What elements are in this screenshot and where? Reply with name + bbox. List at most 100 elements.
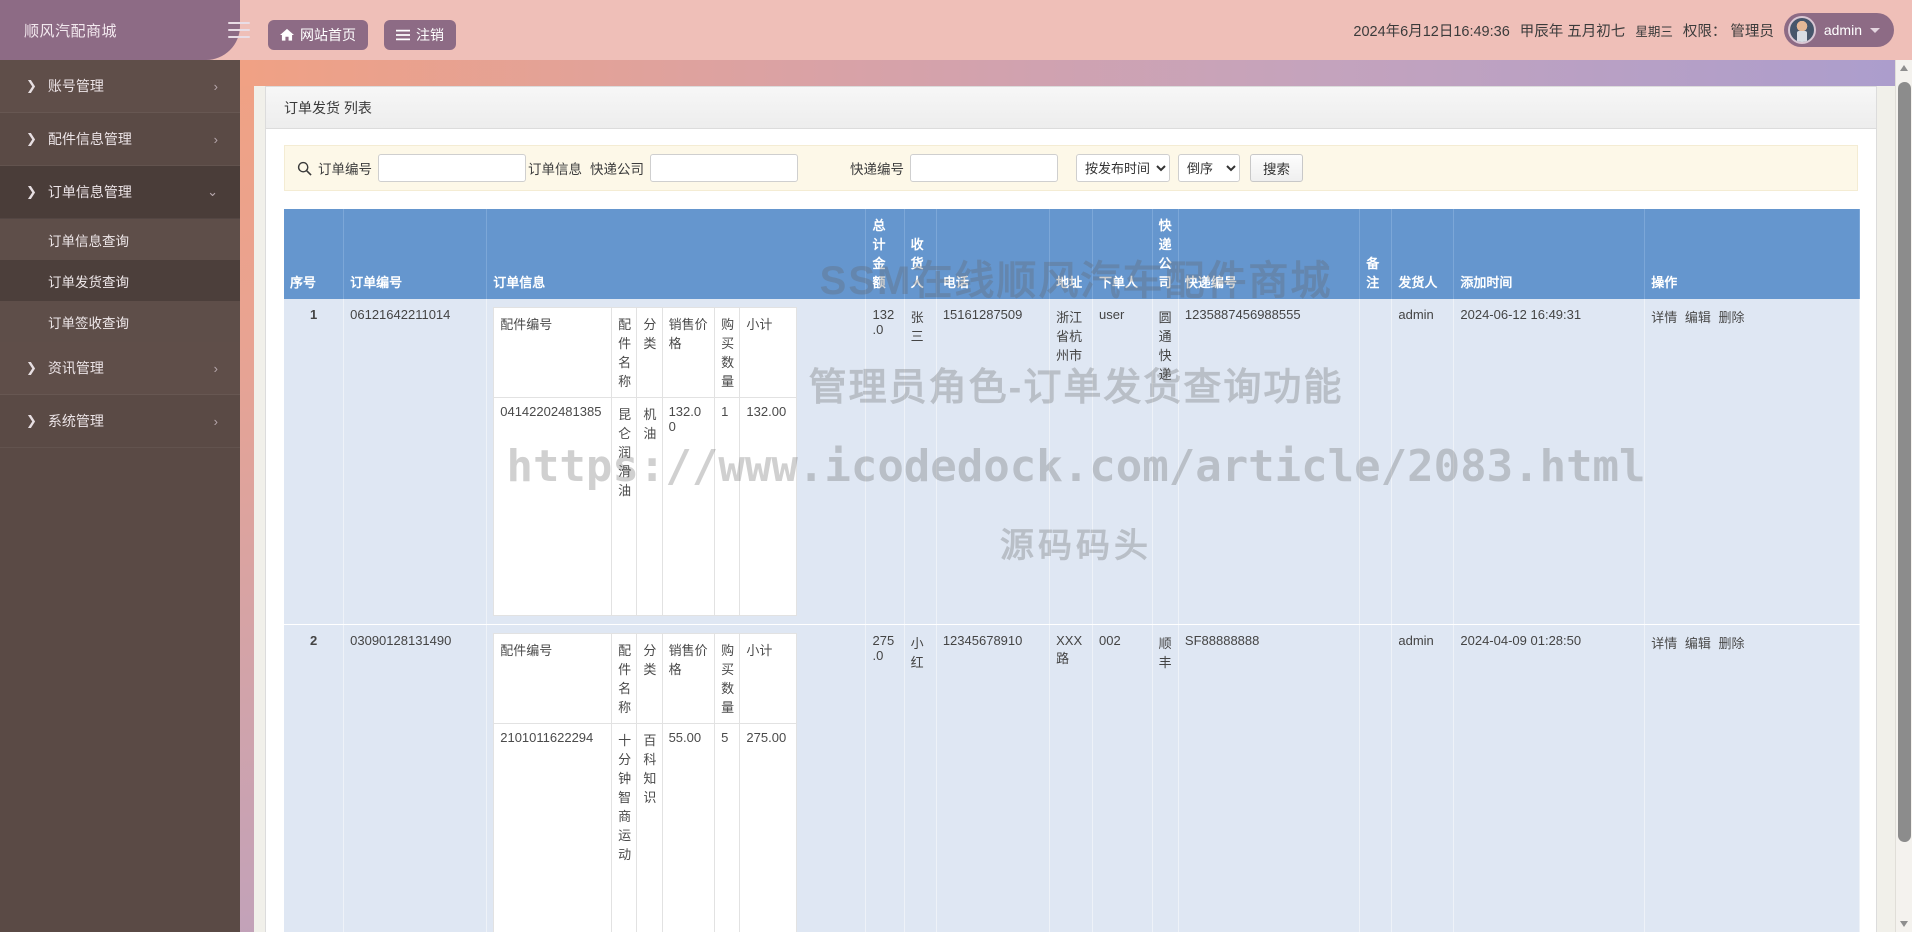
delete-link[interactable]: 删除 bbox=[1718, 636, 1744, 651]
col-phone[interactable]: 电话 bbox=[936, 209, 1051, 299]
page-title: 订单发货 列表 bbox=[284, 99, 372, 116]
page-scrollbar[interactable] bbox=[1895, 60, 1912, 932]
cell-phone: 15161287509 bbox=[936, 299, 1051, 625]
cell-phone: 12345678910 bbox=[936, 624, 1051, 932]
order-shipping-table: 序号 订单编号 订单信息 总计金额 收货人 电话 地址 下单人 快递公司 快递编… bbox=[284, 209, 1860, 932]
subcell-part-no: 04142202481385 bbox=[493, 397, 613, 616]
express-company-input[interactable] bbox=[650, 154, 798, 182]
col-receiver[interactable]: 收货人 bbox=[904, 209, 937, 299]
logout-label: 注销 bbox=[416, 27, 444, 43]
user-menu-button[interactable]: admin bbox=[1783, 13, 1894, 47]
main-content-area: 订单发货 列表 订单编号 订单信息 快递公司 快递编号 按发布时间 倒序 搜索 … bbox=[254, 86, 1898, 932]
delete-link[interactable]: 删除 bbox=[1718, 310, 1744, 325]
header-status-area: 2024年6月12日16:49:36 甲辰年 五月初七 星期三 权限： 管理员 … bbox=[1353, 0, 1894, 60]
subcol-part-no: 配件编号 bbox=[493, 633, 613, 724]
subcol-category: 分类 bbox=[636, 633, 663, 724]
express-no-input[interactable] bbox=[910, 154, 1058, 182]
sidebar-item-label: 账号管理 bbox=[47, 78, 104, 94]
subcell-part-no: 2101011622294 bbox=[493, 723, 613, 932]
sidebar-item-system-management[interactable]: ❯ 系统管理 › bbox=[0, 395, 240, 448]
cell-orderer: 002 bbox=[1092, 624, 1153, 932]
website-home-button[interactable]: 网站首页 bbox=[268, 20, 368, 50]
edit-link[interactable]: 编辑 bbox=[1685, 310, 1711, 325]
col-address[interactable]: 地址 bbox=[1049, 209, 1094, 299]
subcell-subtotal: 132.00 bbox=[739, 397, 798, 616]
cell-address: 浙江省杭州市 bbox=[1049, 299, 1094, 625]
col-express-no[interactable]: 快递编号 bbox=[1178, 209, 1361, 299]
col-remark[interactable]: 备注 bbox=[1359, 209, 1393, 299]
express-company-label: 快递公司 bbox=[590, 162, 644, 177]
sidebar-subitem-order-receipt-query[interactable]: 订单签收查询 bbox=[0, 301, 240, 342]
subcol-qty: 购买数量 bbox=[714, 307, 741, 398]
sidebar-item-account-management[interactable]: ❯ 账号管理 › bbox=[0, 60, 240, 113]
subcol-price: 销售价格 bbox=[661, 633, 716, 724]
col-order-info[interactable]: 订单信息 bbox=[486, 209, 867, 299]
chevron-right-icon: › bbox=[213, 413, 218, 429]
username-label: admin bbox=[1823, 22, 1862, 38]
cell-address: XXX路 bbox=[1049, 624, 1094, 932]
cell-orderer: user bbox=[1092, 299, 1153, 625]
cell-shipper: admin bbox=[1391, 624, 1455, 932]
order-no-input[interactable] bbox=[378, 154, 526, 182]
order-items-subtable: 配件编号 配件名称 分类 销售价格 购买数量 小计 bbox=[493, 633, 798, 932]
order-shipping-panel: 订单发货 列表 订单编号 订单信息 快递公司 快递编号 按发布时间 倒序 搜索 … bbox=[265, 86, 1877, 932]
sidebar-subitem-order-shipping-query[interactable]: 订单发货查询 bbox=[0, 260, 240, 301]
cell-total-amount: 132.0 bbox=[865, 299, 905, 625]
lunar-date: 甲辰年 五月初七 bbox=[1519, 23, 1626, 40]
table-row: 1 06121642211014 配件编号 配件名称 分类 销售价格 购买数量 … bbox=[284, 299, 1860, 625]
sidebar-item-news-management[interactable]: ❯ 资讯管理 › bbox=[0, 342, 240, 395]
cell-receiver: 张三 bbox=[904, 299, 937, 625]
col-index[interactable]: 序号 bbox=[284, 209, 345, 299]
cell-remark bbox=[1359, 624, 1393, 932]
cell-created-at: 2024-04-09 01:28:50 bbox=[1453, 624, 1646, 932]
cell-order-no: 03090128131490 bbox=[343, 624, 488, 932]
col-created-at[interactable]: 添加时间 bbox=[1453, 209, 1646, 299]
chevron-right-icon: ❯ bbox=[26, 360, 37, 375]
cell-shipper: admin bbox=[1391, 299, 1455, 625]
detail-link[interactable]: 详情 bbox=[1651, 636, 1677, 651]
col-orderer[interactable]: 下单人 bbox=[1092, 209, 1153, 299]
detail-link[interactable]: 详情 bbox=[1651, 310, 1677, 325]
subcell-price: 132.00 bbox=[661, 397, 716, 616]
weekday-label: 星期三 bbox=[1635, 24, 1673, 39]
hamburger-icon[interactable] bbox=[228, 20, 250, 40]
sidebar-subitem-label: 订单签收查询 bbox=[48, 315, 129, 331]
logout-button[interactable]: 注销 bbox=[384, 20, 456, 50]
col-express-company[interactable]: 快递公司 bbox=[1152, 209, 1179, 299]
cell-order-info: 配件编号 配件名称 分类 销售价格 购买数量 小计 bbox=[486, 624, 867, 932]
subcol-part-no: 配件编号 bbox=[493, 307, 613, 398]
cell-index: 1 bbox=[284, 299, 345, 625]
subcol-part-name: 配件名称 bbox=[611, 307, 638, 398]
sort-direction-select[interactable]: 倒序 bbox=[1178, 154, 1240, 182]
brand-text: 顺风汽配商城 bbox=[24, 22, 118, 40]
scroll-down-arrow-icon[interactable] bbox=[1896, 915, 1912, 932]
edit-link[interactable]: 编辑 bbox=[1685, 636, 1711, 651]
subcol-category: 分类 bbox=[636, 307, 663, 398]
col-shipper[interactable]: 发货人 bbox=[1391, 209, 1455, 299]
sidebar-subitem-order-info-query[interactable]: 订单信息查询 bbox=[0, 219, 240, 260]
cell-express-no: SF88888888 bbox=[1178, 624, 1361, 932]
sidebar-subitem-label: 订单信息查询 bbox=[48, 233, 129, 249]
search-button[interactable]: 搜索 bbox=[1250, 154, 1303, 182]
sidebar-navigation: ❯ 账号管理 › ❯ 配件信息管理 › ❯ 订单信息管理 ⌄ 订单信息查询 订单… bbox=[0, 60, 240, 932]
subcell-qty: 1 bbox=[714, 397, 741, 616]
scrollbar-thumb[interactable] bbox=[1898, 82, 1911, 842]
search-icon bbox=[297, 161, 312, 176]
chevron-right-icon: › bbox=[213, 360, 218, 376]
scroll-up-arrow-icon[interactable] bbox=[1896, 60, 1912, 77]
panel-title-bar: 订单发货 列表 bbox=[266, 87, 1876, 129]
sidebar-item-order-info-management[interactable]: ❯ 订单信息管理 ⌄ bbox=[0, 166, 240, 219]
col-actions[interactable]: 操作 bbox=[1644, 209, 1860, 299]
sidebar-item-label: 订单信息管理 bbox=[47, 184, 132, 200]
search-filter-bar: 订单编号 订单信息 快递公司 快递编号 按发布时间 倒序 搜索 bbox=[284, 145, 1858, 191]
subcol-subtotal: 小计 bbox=[739, 633, 798, 724]
subcol-part-name: 配件名称 bbox=[611, 633, 638, 724]
col-total-amount[interactable]: 总计金额 bbox=[865, 209, 905, 299]
sidebar-item-part-info-management[interactable]: ❯ 配件信息管理 › bbox=[0, 113, 240, 166]
cell-created-at: 2024-06-12 16:49:31 bbox=[1453, 299, 1646, 625]
subcol-price: 销售价格 bbox=[661, 307, 716, 398]
sort-field-select[interactable]: 按发布时间 bbox=[1076, 154, 1170, 182]
chevron-right-icon: ❯ bbox=[26, 131, 37, 146]
col-order-no[interactable]: 订单编号 bbox=[343, 209, 488, 299]
subcell-price: 55.00 bbox=[661, 723, 716, 932]
